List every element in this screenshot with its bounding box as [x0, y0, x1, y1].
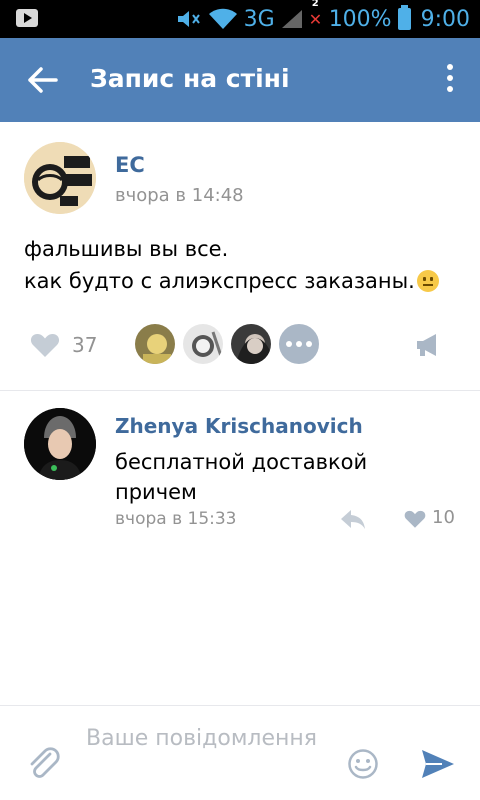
- message-composer: [0, 706, 480, 800]
- clock: 9:00: [420, 6, 470, 32]
- battery-percent: 100%: [328, 6, 392, 32]
- divider: [0, 390, 480, 391]
- app-toolbar: Запис на стіні: [0, 38, 480, 122]
- youtube-notification-icon: [16, 9, 38, 27]
- battery-icon: [397, 5, 411, 30]
- comment-author-name[interactable]: Zhenya Krischanovich: [115, 414, 363, 438]
- share-megaphone-icon[interactable]: [414, 330, 444, 360]
- post-actions-bar: 37: [0, 318, 480, 374]
- status-icons: 3G 2 ✕ 100% 9:00: [176, 0, 470, 38]
- liker-avatar[interactable]: [229, 322, 273, 366]
- network-type: 3G: [243, 6, 275, 32]
- back-arrow-icon[interactable]: [22, 62, 62, 98]
- liker-avatar[interactable]: [133, 322, 177, 366]
- reply-arrow-icon[interactable]: [340, 508, 366, 530]
- page-title: Запис на стіні: [90, 64, 290, 93]
- message-input[interactable]: [86, 724, 326, 788]
- sim-error-icon: 2 ✕: [309, 0, 323, 29]
- post-timestamp: вчора в 14:48: [115, 185, 244, 206]
- heart-icon: [30, 334, 60, 357]
- like-count: 37: [72, 333, 98, 357]
- wifi-icon: [208, 8, 237, 29]
- status-bar: 3G 2 ✕ 100% 9:00: [0, 0, 480, 38]
- liker-avatar[interactable]: [181, 322, 225, 366]
- comment-timestamp: вчора в 15:33: [115, 509, 237, 529]
- comment-like-button[interactable]: 10: [404, 507, 464, 530]
- smiley-icon[interactable]: [347, 748, 379, 780]
- signal-icon: [281, 10, 302, 28]
- post-author-avatar[interactable]: [24, 142, 96, 214]
- mute-icon: [177, 11, 200, 27]
- post-text-line: фальшивы вы все.: [24, 237, 229, 261]
- more-likers-button[interactable]: [277, 322, 321, 366]
- comment-author-avatar[interactable]: [24, 408, 96, 480]
- more-options-icon[interactable]: [442, 64, 458, 96]
- comment-like-count: 10: [432, 507, 455, 528]
- send-icon[interactable]: [420, 748, 456, 780]
- post-author-name[interactable]: ЕС: [115, 153, 145, 177]
- heart-icon: [404, 510, 426, 528]
- post-text-line-with-emoji: как будто с алиэкспресс заказаны.: [24, 265, 464, 297]
- post-text-line: как будто с алиэкспресс заказаны.: [24, 269, 415, 293]
- post-text: фальшивы вы все. как будто с алиэкспресс…: [24, 233, 464, 297]
- neutral-face-emoji-icon: [416, 270, 439, 292]
- like-button[interactable]: 37: [30, 330, 110, 362]
- paperclip-icon[interactable]: [26, 746, 60, 780]
- comment-text: бесплатной доставкой причем: [115, 450, 368, 504]
- sim-slot-badge: 2: [311, 0, 319, 9]
